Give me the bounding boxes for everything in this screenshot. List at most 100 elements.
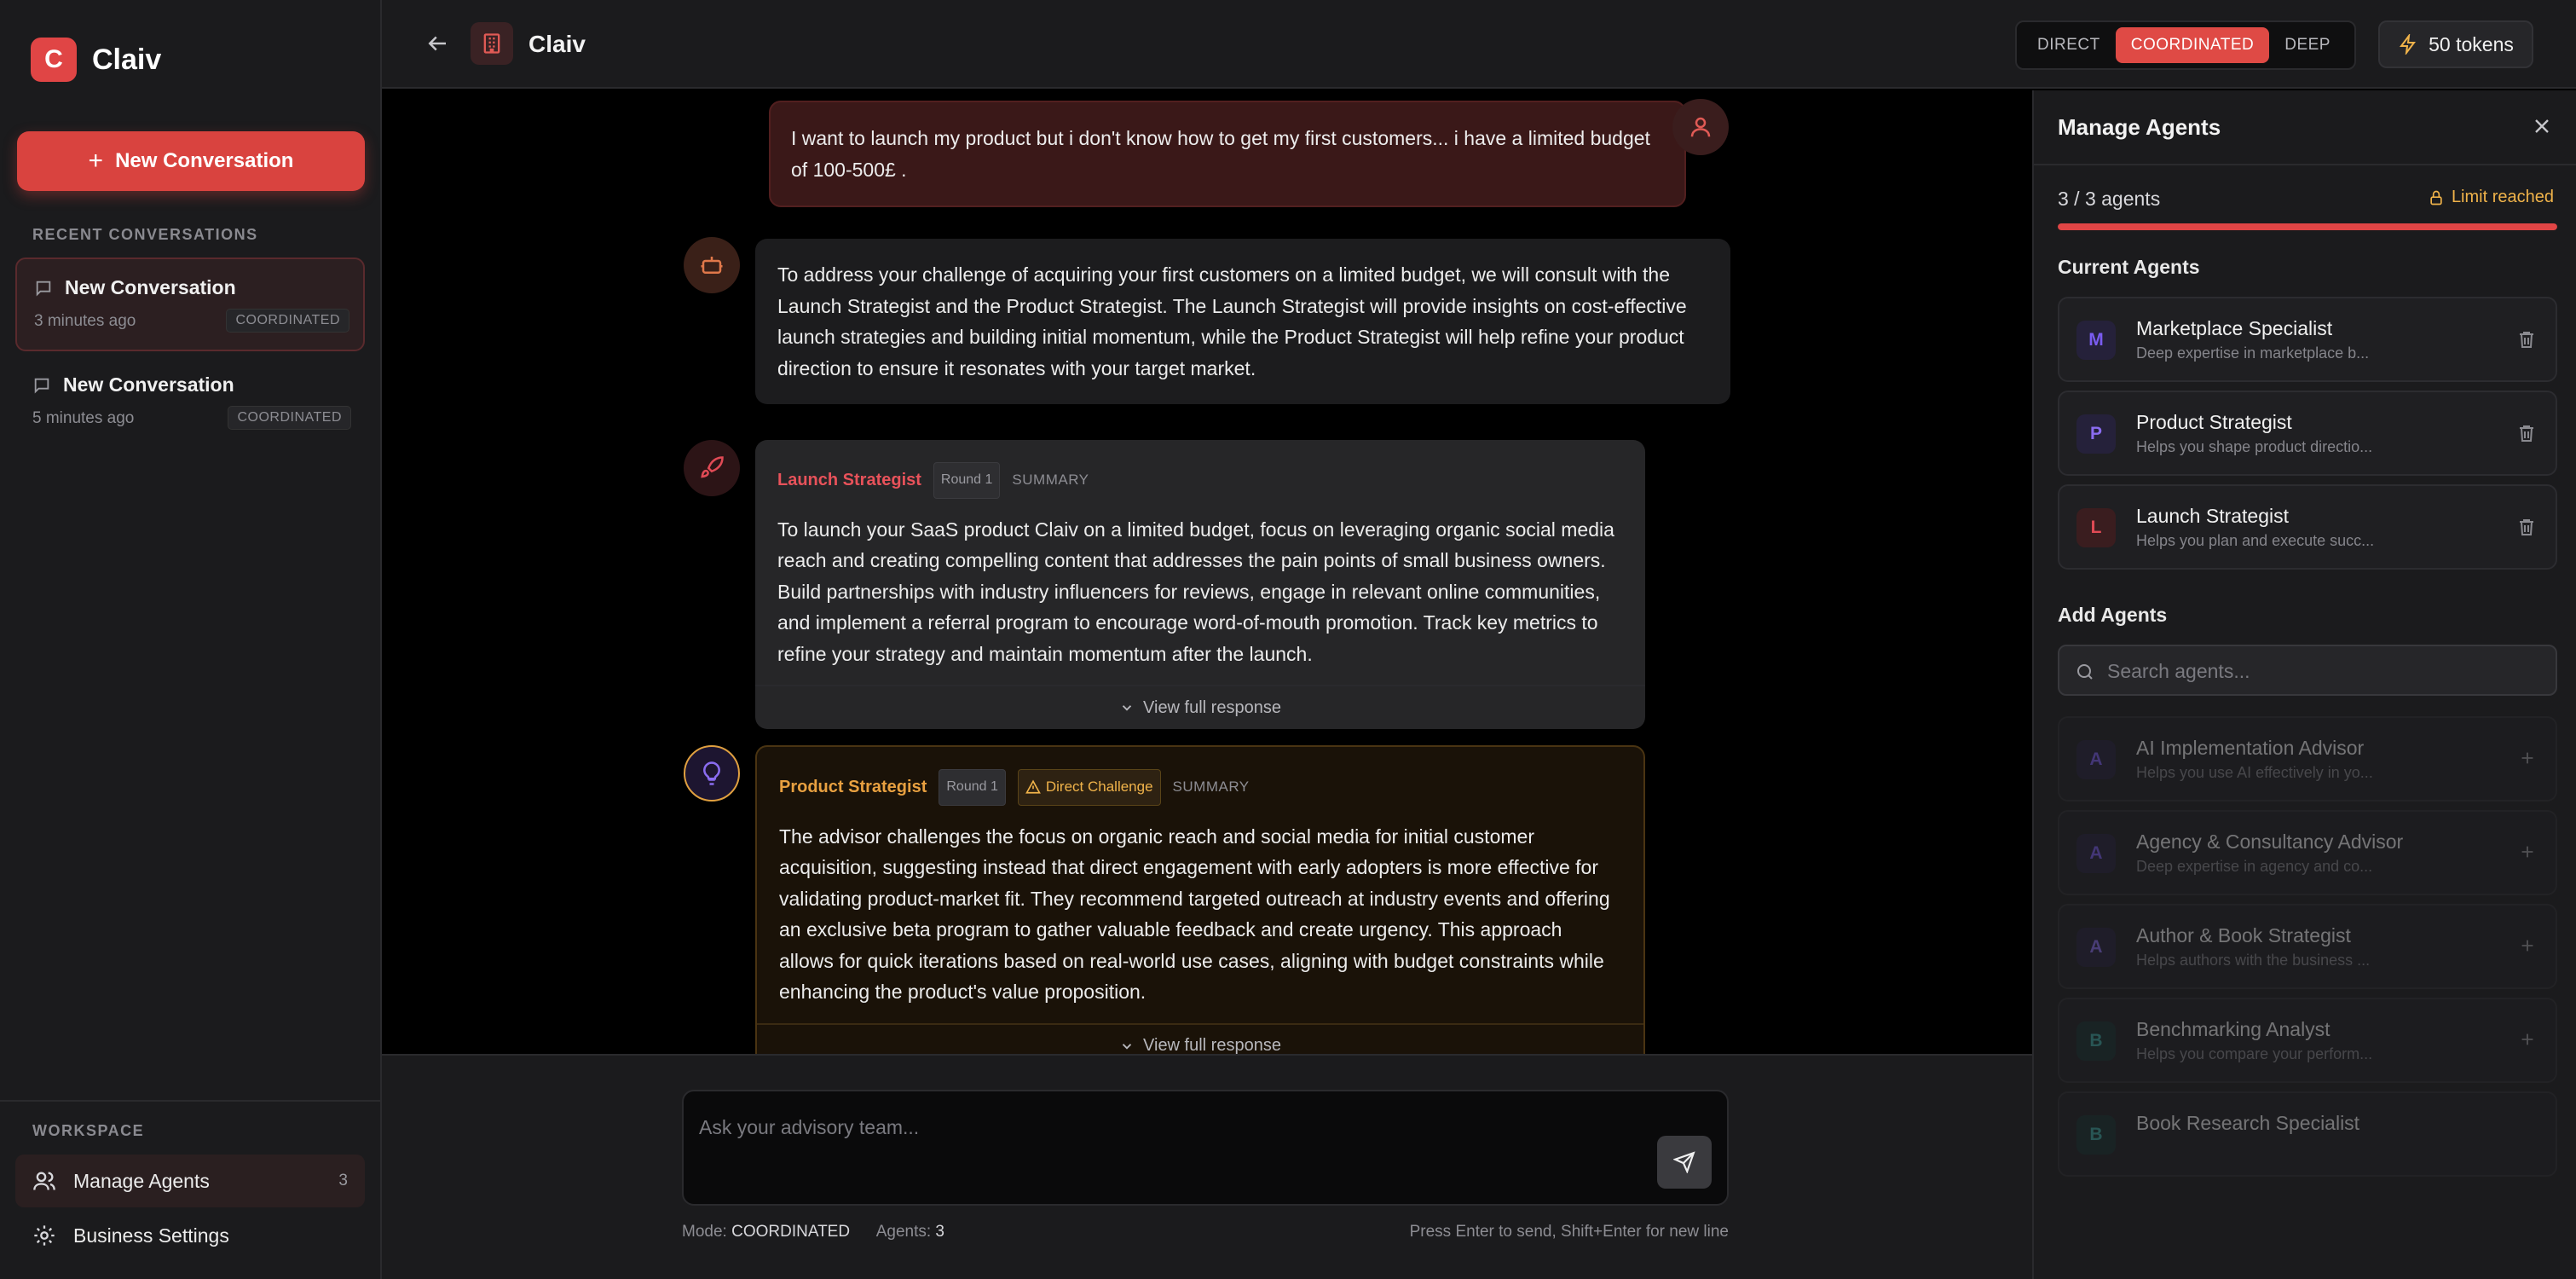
panel-divider [2034, 164, 2576, 165]
keyboard-hint: Press Enter to send, Shift+Enter for new… [1409, 1223, 1729, 1241]
recent-conversations-heading: RECENT CONVERSATIONS [32, 226, 258, 243]
brand[interactable]: C Claiv [31, 38, 161, 82]
agent-initial: B [2076, 1115, 2116, 1155]
back-arrow-icon[interactable] [425, 31, 450, 56]
plus-icon: + [88, 147, 104, 175]
limit-label: Limit reached [2451, 188, 2554, 206]
available-agent-item: A Agency & Consultancy Advisor Deep expe… [2058, 810, 2557, 895]
user-message: I want to launch my product but i don't … [769, 101, 1686, 207]
sidebar: C Claiv + New Conversation RECENT CONVER… [0, 0, 382, 1279]
agent-name: AI Implementation Advisor [2136, 737, 2365, 759]
plus-icon[interactable] [2518, 1030, 2537, 1049]
agent-initial: M [2076, 321, 2116, 360]
agent-initial: A [2076, 834, 2116, 873]
agent-name: Product Strategist [779, 778, 927, 796]
conversation-title: New Conversation [63, 373, 234, 396]
coordinator-message-text: To address your challenge of acquiring y… [777, 263, 1687, 379]
user-message-text: I want to launch my product but i don't … [791, 127, 1650, 181]
agent-description: Helps authors with the business ... [2136, 952, 2371, 969]
agent-description: Helps you shape product directio... [2136, 438, 2373, 455]
manage-agents-panel: Manage Agents 3 / 3 agents Limit reached… [2032, 90, 2576, 1279]
product-strategist-avatar [684, 745, 740, 802]
page-title: Claiv [528, 31, 586, 57]
mode-value: COORDINATED [731, 1223, 851, 1241]
agent-name: Benchmarking Analyst [2136, 1018, 2331, 1040]
agent-name: Launch Strategist [2136, 505, 2290, 527]
users-icon [32, 1169, 73, 1193]
summary-label: SUMMARY [1172, 778, 1250, 795]
agents-value: 3 [935, 1223, 944, 1241]
sidebar-item-business-settings[interactable]: Business Settings [15, 1209, 365, 1262]
trash-icon[interactable] [2516, 329, 2537, 350]
user-avatar [1672, 99, 1729, 155]
chevron-down-icon [1119, 1039, 1143, 1054]
agent-limit-progress [2058, 223, 2557, 230]
current-agent-item: M Marketplace Specialist Deep expertise … [2058, 297, 2557, 382]
product-strategist-response: Product Strategist Round 1 Direct Challe… [755, 745, 1645, 1054]
agent-name: Book Research Specialist [2136, 1112, 2360, 1134]
chat-thread: I want to launch my product but i don't … [382, 90, 2032, 1054]
conversation-item[interactable]: New Conversation 3 minutes ago COORDINAT… [15, 258, 365, 351]
mode-coordinated-button[interactable]: COORDINATED [2115, 27, 2270, 63]
mode-label: Mode: [682, 1223, 727, 1241]
tokens-label: 50 tokens [2429, 32, 2514, 55]
response-text: To launch your SaaS product Claiv on a l… [777, 518, 1614, 665]
agent-name: Marketplace Specialist [2136, 317, 2333, 339]
agent-description: Helps you plan and execute succ... [2136, 532, 2375, 549]
available-agent-item: A AI Implementation Advisor Helps you us… [2058, 716, 2557, 802]
warning-icon [1025, 779, 1046, 795]
agent-description: Helps you use AI effectively in yo... [2136, 764, 2373, 781]
mode-deep-button[interactable]: DEEP [2269, 27, 2346, 63]
composer-area: Mode: COORDINATED Agents: 3 Press Enter … [382, 1054, 2032, 1279]
agent-initial: L [2076, 508, 2116, 547]
lightbulb-icon [699, 761, 725, 786]
agent-limit-progress-fill [2058, 223, 2557, 230]
plus-icon[interactable] [2518, 749, 2537, 767]
chat-bubble-icon [32, 376, 63, 395]
new-conversation-button[interactable]: + New Conversation [17, 131, 365, 191]
user-icon [1688, 114, 1713, 140]
conversation-title: New Conversation [65, 276, 236, 298]
brand-logo: C [31, 38, 77, 82]
available-agent-item: B Book Research Specialist [2058, 1091, 2557, 1177]
launch-strategist-response: Launch Strategist Round 1 SUMMARY To lau… [755, 440, 1645, 729]
close-icon[interactable] [2530, 114, 2554, 138]
panel-title: Manage Agents [2058, 114, 2221, 140]
summary-label: SUMMARY [1012, 472, 1089, 488]
agent-name: Launch Strategist [777, 471, 921, 489]
conversation-item[interactable]: New Conversation 5 minutes ago COORDINAT… [15, 356, 365, 450]
plus-icon[interactable] [2518, 936, 2537, 955]
add-agents-heading: Add Agents [2058, 604, 2168, 626]
lightning-icon [2398, 34, 2429, 55]
coordinator-message: To address your challenge of acquiring y… [755, 239, 1730, 404]
plus-icon[interactable] [2518, 842, 2537, 861]
mode-selector: DIRECT COORDINATED DEEP [2015, 20, 2356, 70]
current-agents-heading: Current Agents [2058, 256, 2200, 278]
view-full-response-button[interactable]: View full response [755, 685, 1645, 729]
available-agent-item: A Author & Book Strategist Helps authors… [2058, 904, 2557, 989]
agent-search-input[interactable] [2107, 657, 2533, 686]
round-badge: Round 1 [939, 769, 1006, 806]
agents-label: Agents: [875, 1223, 932, 1241]
lock-icon [2428, 189, 2452, 206]
sidebar-item-manage-agents[interactable]: Manage Agents 3 [15, 1155, 365, 1207]
available-agent-item: B Benchmarking Analyst Helps you compare… [2058, 998, 2557, 1083]
current-agent-item: L Launch Strategist Helps you plan and e… [2058, 484, 2557, 570]
conversation-mode-badge: COORDINATED [226, 309, 349, 333]
limit-reached-badge: Limit reached [2428, 188, 2554, 207]
trash-icon[interactable] [2516, 517, 2537, 537]
agent-name: Author & Book Strategist [2136, 924, 2351, 946]
tokens-button[interactable]: 50 tokens [2378, 20, 2533, 68]
chat-bubble-icon [34, 279, 65, 298]
agent-initial: P [2076, 414, 2116, 454]
building-icon [471, 22, 513, 65]
view-full-response-label: View full response [1143, 697, 1281, 717]
send-button[interactable] [1657, 1136, 1712, 1189]
launch-strategist-avatar [684, 440, 740, 496]
trash-icon[interactable] [2516, 423, 2537, 443]
view-full-response-button[interactable]: View full response [757, 1022, 1643, 1054]
agent-description: Deep expertise in marketplace b... [2136, 344, 2370, 362]
mode-direct-button[interactable]: DIRECT [2022, 27, 2116, 63]
message-input[interactable] [699, 1110, 1637, 1144]
agent-initial: A [2076, 740, 2116, 779]
